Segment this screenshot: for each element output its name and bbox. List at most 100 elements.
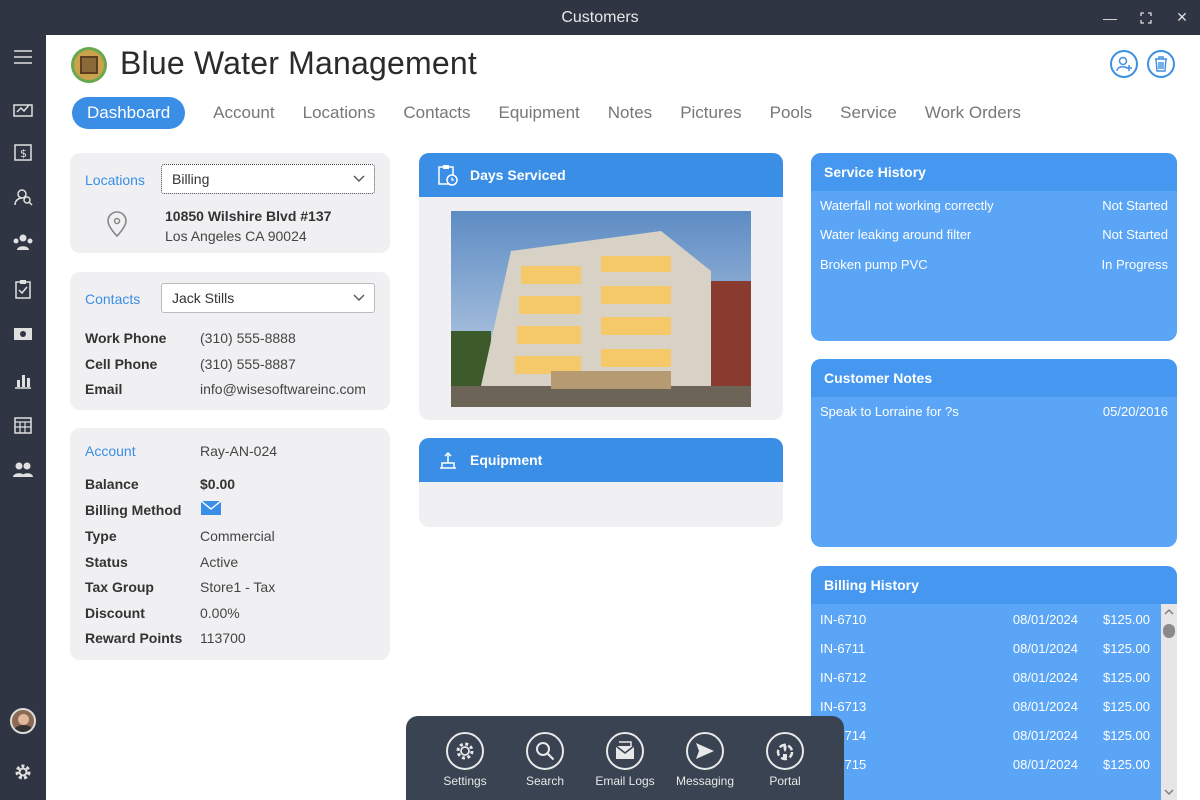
- money-icon[interactable]: [0, 320, 46, 348]
- invoice-date: 08/01/2024: [1012, 670, 1078, 685]
- scroll-thumb[interactable]: [1163, 624, 1175, 638]
- service-desc: Waterfall not working correctly: [820, 198, 994, 213]
- work-phone-label: Work Phone: [85, 330, 167, 346]
- chart-icon[interactable]: [0, 366, 46, 394]
- portal-button[interactable]: Portal: [750, 716, 820, 800]
- reward-points-value: 113700: [200, 630, 246, 646]
- location-select[interactable]: Billing: [161, 164, 375, 194]
- tab-pools[interactable]: Pools: [770, 103, 813, 123]
- dashboard-icon[interactable]: [0, 94, 46, 122]
- days-serviced-header[interactable]: Days Serviced: [419, 153, 783, 197]
- scroll-down-icon[interactable]: [1161, 786, 1177, 798]
- status-value: Active: [200, 554, 239, 570]
- tab-work-orders[interactable]: Work Orders: [925, 103, 1021, 123]
- days-serviced-title: Days Serviced: [470, 167, 566, 183]
- note-row[interactable]: Speak to Lorraine for ?s 05/20/2016: [820, 404, 1168, 419]
- reward-points-label: Reward Points: [85, 630, 183, 646]
- equipment-header[interactable]: Equipment: [419, 438, 783, 482]
- minimize-icon[interactable]: —: [1092, 0, 1128, 35]
- invoice-number: IN-6713: [820, 699, 867, 714]
- settings-button[interactable]: Settings: [430, 716, 500, 800]
- email-logs-button[interactable]: Email Logs: [590, 716, 660, 800]
- scroll-up-icon[interactable]: [1161, 606, 1177, 618]
- billing-scrollbar[interactable]: [1161, 604, 1177, 800]
- invoice-number: IN-6712: [820, 670, 867, 685]
- tab-pictures[interactable]: Pictures: [680, 103, 741, 123]
- days-serviced-card: Days Serviced: [419, 153, 783, 420]
- maximize-icon[interactable]: [1128, 0, 1164, 35]
- equipment-card: Equipment: [419, 438, 783, 527]
- invoice-date: 08/01/2024: [1012, 641, 1078, 656]
- user-avatar[interactable]: [0, 707, 46, 735]
- search-button[interactable]: Search: [510, 716, 580, 800]
- customer-notes-header: Customer Notes: [811, 359, 1177, 397]
- tab-contacts[interactable]: Contacts: [403, 103, 470, 123]
- team-icon[interactable]: [0, 455, 46, 483]
- billing-row[interactable]: IN-6712 08/01/2024 $125.00: [820, 670, 1150, 685]
- invoice-date: 08/01/2024: [1012, 612, 1078, 627]
- tab-locations[interactable]: Locations: [303, 103, 376, 123]
- chevron-down-icon: [353, 175, 365, 182]
- service-row[interactable]: Water leaking around filter Not Started: [820, 227, 1168, 242]
- email-label: Email: [85, 381, 123, 397]
- billing-row[interactable]: IN-6711 08/01/2024 $125.00: [820, 641, 1150, 656]
- main-content: Blue Water Management Dashboard Account …: [46, 35, 1200, 800]
- billing-row[interactable]: IN-6710 08/01/2024 $125.00: [820, 612, 1150, 627]
- send-icon: [696, 743, 714, 759]
- invoice-number: IN-6710: [820, 612, 867, 627]
- billing-row[interactable]: IN-671408/01/2024$125.00: [820, 728, 1150, 743]
- menu-icon[interactable]: [0, 43, 46, 71]
- portal-icon: [776, 743, 794, 761]
- add-contact-button[interactable]: [1110, 50, 1138, 78]
- action-dock: Settings Search Email Logs Messaging Por…: [406, 716, 844, 800]
- invoice-number: IN-6711: [820, 641, 866, 656]
- messaging-button[interactable]: Messaging: [670, 716, 740, 800]
- billing-row[interactable]: IN-671508/01/2024$125.00: [820, 757, 1150, 772]
- tab-dashboard[interactable]: Dashboard: [72, 97, 186, 129]
- address-line-1: 10850 Wilshire Blvd #137: [165, 208, 332, 224]
- email-logs-icon: [615, 741, 635, 759]
- window-title: Customers: [561, 8, 639, 26]
- contact-select[interactable]: Jack Stills: [161, 283, 375, 313]
- close-icon[interactable]: ✕: [1164, 0, 1200, 35]
- settings-label: Settings: [443, 774, 487, 788]
- calendar-icon[interactable]: [0, 411, 46, 439]
- account-label: Account: [85, 443, 136, 459]
- service-history-card: Service History Waterfall not working co…: [811, 153, 1177, 341]
- service-status: Not Started: [1102, 198, 1168, 213]
- portal-label: Portal: [769, 774, 801, 788]
- service-row[interactable]: Waterfall not working correctly Not Start…: [820, 198, 1168, 213]
- clipboard-icon[interactable]: [0, 275, 46, 303]
- billing-row[interactable]: IN-6713 08/01/2024 $125.00: [820, 699, 1150, 714]
- settings-gear-icon[interactable]: [0, 758, 46, 786]
- equipment-icon: [440, 451, 456, 469]
- service-history-header: Service History: [811, 153, 1177, 191]
- work-phone-value: (310) 555-8888: [200, 330, 296, 346]
- tab-account[interactable]: Account: [213, 103, 274, 123]
- invoice-amount: $125.00: [1103, 728, 1150, 743]
- invoice-date: 08/01/2024: [1012, 757, 1078, 772]
- invoice-amount: $125.00: [1103, 612, 1150, 627]
- delete-button[interactable]: [1147, 50, 1175, 78]
- email-value[interactable]: info@wisesoftwareinc.com: [200, 381, 366, 397]
- contact-select-value: Jack Stills: [172, 290, 235, 306]
- tab-notes[interactable]: Notes: [608, 103, 652, 123]
- billing-history-card: Billing History IN-6710 08/01/2024 $125.00…: [811, 566, 1177, 800]
- tax-group-value: Store1 - Tax: [200, 579, 276, 595]
- tab-service[interactable]: Service: [840, 103, 897, 123]
- invoice-icon[interactable]: $: [0, 138, 46, 166]
- contacts-card: Contacts Jack Stills Work Phone (310) 55…: [70, 272, 390, 410]
- property-photo: [451, 211, 751, 407]
- service-row[interactable]: Broken pump PVC In Progress: [820, 257, 1168, 272]
- invoice-date: 08/01/2024: [1012, 728, 1078, 743]
- balance-label: Balance: [85, 476, 139, 492]
- account-card: Account Ray-AN-024 Balance $0.00 Billing…: [70, 428, 390, 660]
- cell-phone-label: Cell Phone: [85, 356, 158, 372]
- invoice-amount: $125.00: [1103, 757, 1150, 772]
- contacts-icon[interactable]: [0, 228, 46, 256]
- tab-equipment[interactable]: Equipment: [498, 103, 579, 123]
- billing-method-label: Billing Method: [85, 502, 182, 518]
- search-person-icon[interactable]: [0, 183, 46, 211]
- chevron-down-icon: [353, 294, 365, 301]
- discount-value: 0.00%: [200, 605, 240, 621]
